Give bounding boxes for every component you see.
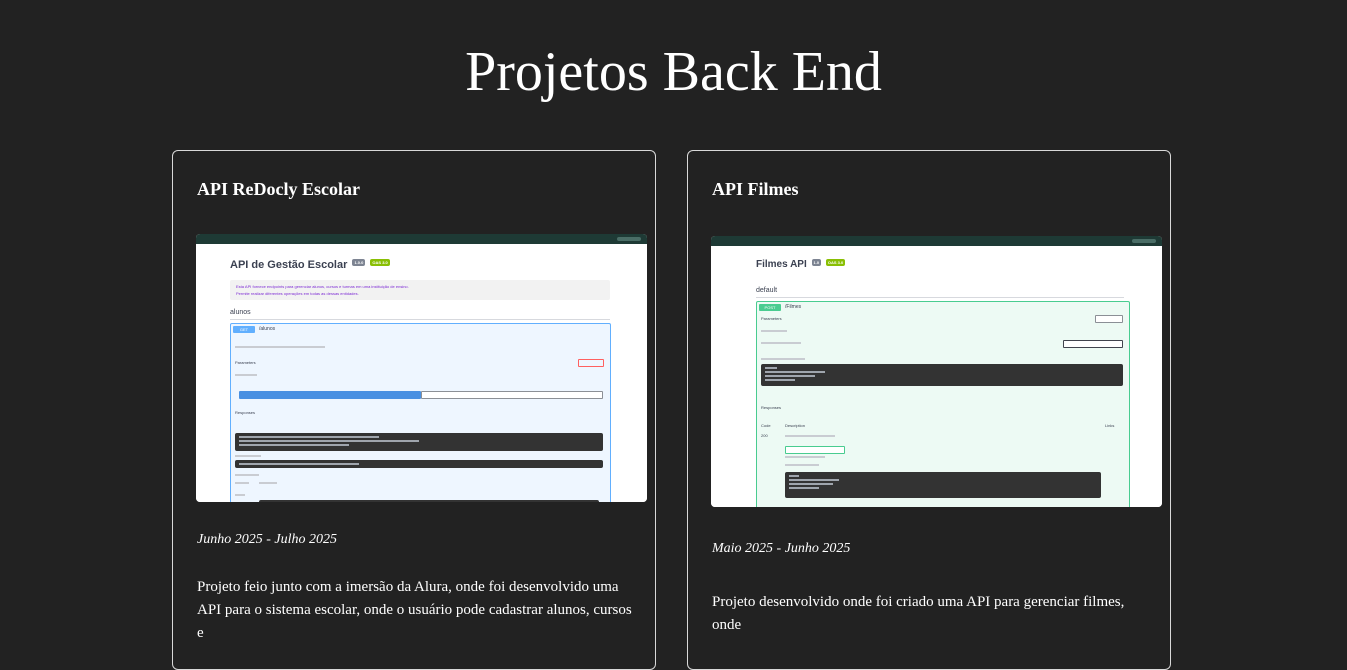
responses-label: Responses <box>761 405 782 410</box>
project-description: Projeto feio junto com a imersão da Alur… <box>197 579 632 641</box>
swagger-doc: Filmes API 1.0 OAS 3.0 default POST /Fil… <box>711 246 1162 507</box>
project-card-filmes: API Filmes Filmes API 1.0 OAS 3.0 defaul… <box>687 150 1171 670</box>
oas-badge: OAS 3.0 <box>825 259 846 266</box>
code-column: Code <box>761 423 771 428</box>
version-badge: 1.0.0 <box>352 259 366 266</box>
project-title: API ReDocly Escolar <box>197 179 360 199</box>
request-url <box>235 460 603 468</box>
curl-code <box>235 433 603 451</box>
browser-bar <box>196 234 647 244</box>
links-column: Links <box>1105 423 1115 428</box>
browser-controls <box>1132 239 1156 243</box>
description-column: Description <box>785 423 806 428</box>
browser-controls <box>617 237 641 241</box>
oas-badge: OAS 3.0 <box>370 259 390 266</box>
content-type-select <box>1063 340 1123 348</box>
doc-title: Filmes API <box>756 259 807 270</box>
operation-block: POST /Filmes Parameters Responses Code D… <box>756 301 1130 507</box>
doc-description: Esta API fornece endpoints para gerencia… <box>230 280 610 300</box>
project-title: API Filmes <box>712 179 799 199</box>
request-body-code <box>761 364 1123 386</box>
parameters-label: Parameters <box>235 360 256 365</box>
tag-alunos: alunos <box>230 309 610 320</box>
execute-button <box>239 391 421 399</box>
method-badge: POST <box>759 304 781 311</box>
endpoint-path: /alunos <box>259 326 276 332</box>
status-code: 200 <box>761 433 768 438</box>
project-description: Projeto desenvolvido onde foi criado uma… <box>712 594 1125 633</box>
doc-title: API de Gestão Escolar <box>230 259 348 271</box>
project-date: Junho 2025 - Julho 2025 <box>197 532 337 547</box>
project-screenshot: Filmes API 1.0 OAS 3.0 default POST /Fil… <box>711 236 1162 507</box>
page-title: Projetos Back End <box>465 41 882 103</box>
project-date: Maio 2025 - Junho 2025 <box>712 541 851 556</box>
version-badge: 1.0 <box>811 259 822 266</box>
project-screenshot: API de Gestão Escolar 1.0.0 OAS 3.0 Esta… <box>196 234 647 502</box>
method-badge: GET <box>233 326 255 333</box>
swagger-doc: API de Gestão Escolar 1.0.0 OAS 3.0 Esta… <box>196 244 647 502</box>
operation-block: GET /alunos Parameters Responses <box>230 323 611 502</box>
browser-bar <box>711 236 1162 246</box>
try-it-out-button <box>1095 315 1123 323</box>
tag-default: default <box>756 287 1124 298</box>
endpoint-path: /Filmes <box>785 304 802 310</box>
clear-button <box>421 391 603 399</box>
parameters-label: Parameters <box>761 316 782 321</box>
cancel-button <box>578 359 604 367</box>
project-card-redocly: API ReDocly Escolar API de Gestão Escola… <box>172 150 656 670</box>
responses-label: Responses <box>235 410 256 415</box>
